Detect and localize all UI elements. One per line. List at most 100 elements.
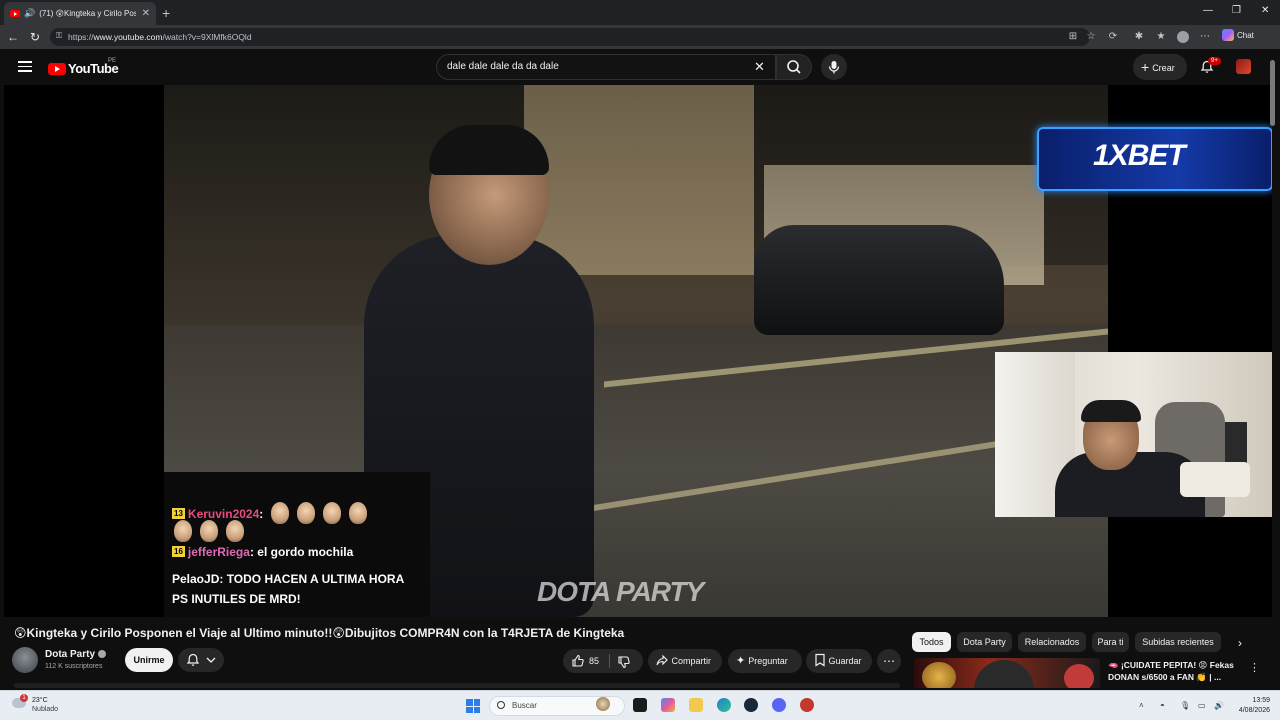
extension-icon[interactable]: ⟳ bbox=[1107, 31, 1119, 43]
recommended-video-title[interactable]: 🫦 ¡CUIDATE PEPITA! 😡 Fekas DONAN s/6500 … bbox=[1108, 659, 1236, 683]
file-explorer-icon[interactable] bbox=[689, 698, 703, 712]
video-title: 😲Kingteka y Cirilo Posponen el Viaje al … bbox=[14, 626, 625, 640]
ask-label: Preguntar bbox=[748, 656, 788, 666]
video-player[interactable]: 13 Keruvin2024: 16 jefferRiega: el gordo m… bbox=[4, 85, 1272, 617]
more-actions-button[interactable]: ⋯ bbox=[877, 649, 901, 673]
youtube-play-icon bbox=[48, 62, 66, 75]
tab-close-icon[interactable]: ✕ bbox=[142, 8, 150, 19]
verified-icon bbox=[98, 650, 107, 658]
edge-browser-icon[interactable] bbox=[717, 698, 731, 712]
lock-icon: ⚿ bbox=[56, 31, 63, 40]
join-button[interactable]: Unirme bbox=[125, 648, 173, 672]
address-toolbar: ← ↻ ⚿ https://www.youtube.com/watch?v=9X… bbox=[0, 25, 1280, 49]
chat-text: : TODO HACEN A ULTIMA HORA bbox=[219, 572, 405, 586]
bell-icon bbox=[186, 653, 200, 666]
more-menu-icon[interactable]: ⋯ bbox=[1199, 31, 1211, 43]
page-scrollbar-thumb[interactable] bbox=[1270, 60, 1275, 126]
tray-display-icon[interactable]: ▭ bbox=[1198, 701, 1206, 710]
save-label: Guardar bbox=[828, 656, 862, 666]
more-horizontal-icon: ⋯ bbox=[883, 654, 895, 668]
browser-tab[interactable]: 🔊 (71) 😲Kingteka y Cirilo Pospo ✕ bbox=[4, 2, 156, 25]
temperature[interactable]: 23°C bbox=[32, 697, 48, 704]
save-button[interactable]: Guardar bbox=[806, 649, 872, 673]
close-window-icon[interactable]: ✕ bbox=[1261, 5, 1269, 16]
tray-chevron-icon[interactable]: ˄ bbox=[1139, 701, 1144, 710]
channel-avatar[interactable] bbox=[12, 647, 38, 673]
chat-text: : el gordo mochila bbox=[249, 545, 354, 559]
emote-icon bbox=[297, 502, 316, 524]
description-panel-edge bbox=[14, 683, 900, 688]
emote-icon bbox=[200, 520, 218, 542]
tray-app-icon[interactable]: ◓ bbox=[1160, 701, 1165, 710]
user-avatar[interactable] bbox=[1236, 59, 1251, 74]
sponsor-ad-banner[interactable]: 1XBET bbox=[1037, 127, 1272, 191]
volume-icon[interactable]: 🔊 bbox=[1214, 701, 1224, 710]
share-button[interactable]: Compartir bbox=[648, 649, 722, 673]
more-vertical-icon[interactable]: ⋮ bbox=[1249, 661, 1260, 674]
search-input[interactable]: dale dale dale da da dale bbox=[436, 54, 776, 80]
microphone-icon bbox=[828, 61, 840, 74]
url-field[interactable]: ⚿ https://www.youtube.com/watch?v=9XlMfk… bbox=[50, 28, 1090, 46]
new-tab-icon[interactable]: + bbox=[162, 5, 170, 21]
chip-relacionados[interactable]: Relacionados bbox=[1018, 632, 1086, 652]
share-icon bbox=[656, 654, 668, 666]
system-clock[interactable]: 13:59 4/08/2026 bbox=[1232, 696, 1270, 716]
channel-name-text: Dota Party bbox=[45, 649, 96, 660]
chip-todos[interactable]: Todos bbox=[912, 632, 951, 652]
speaker-icon[interactable]: 🔊 bbox=[24, 8, 35, 19]
create-button[interactable]: + Crear bbox=[1133, 54, 1187, 80]
windows-taskbar: 1 23°C Nublado Buscar ˄ ◓ 🎙 ▭ 🔊 13:59 4/… bbox=[0, 690, 1280, 720]
chip-subidas-recientes[interactable]: Subidas recientes bbox=[1135, 632, 1221, 652]
recommended-video-thumbnail[interactable] bbox=[914, 658, 1100, 688]
emote-icon bbox=[323, 502, 342, 524]
clear-search-icon[interactable]: ✕ bbox=[754, 60, 765, 73]
copilot-icon bbox=[1222, 29, 1234, 41]
streamer-webcam bbox=[995, 352, 1272, 517]
ad-logo-text: 1XBET bbox=[1093, 139, 1186, 172]
minimize-icon[interactable]: — bbox=[1203, 5, 1213, 16]
profile-avatar-icon[interactable] bbox=[1177, 31, 1189, 43]
channel-name[interactable]: Dota Party bbox=[45, 649, 107, 660]
thumbs-down-icon[interactable] bbox=[617, 655, 631, 669]
puzzle-icon[interactable]: ✱ bbox=[1133, 31, 1145, 43]
favorite-star-icon[interactable]: ☆ bbox=[1085, 31, 1097, 43]
app-grid-icon[interactable]: ⊞ bbox=[1067, 31, 1079, 43]
copilot-app-icon[interactable] bbox=[661, 698, 675, 712]
chat-message-continued: PS INUTILES DE MRD! bbox=[172, 592, 301, 606]
search-button[interactable] bbox=[776, 54, 812, 80]
weather-alert-badge: 1 bbox=[20, 694, 28, 702]
steam-icon[interactable] bbox=[744, 698, 758, 712]
page-scrollbar-track[interactable] bbox=[1272, 49, 1280, 690]
like-dislike-group: 85 bbox=[563, 649, 643, 673]
tray-mic-icon[interactable]: 🎙 bbox=[1180, 701, 1190, 710]
chevron-right-icon[interactable]: › bbox=[1238, 636, 1242, 650]
voice-search-button[interactable] bbox=[821, 54, 847, 80]
stream-chat-overlay: 13 Keruvin2024: 16 jefferRiega: el gordo m… bbox=[164, 472, 430, 617]
search-icon bbox=[497, 701, 505, 709]
reload-icon[interactable]: ↻ bbox=[28, 30, 42, 44]
back-icon[interactable]: ← bbox=[6, 30, 20, 44]
favorites-icon[interactable]: ★ bbox=[1155, 31, 1167, 43]
sparkle-icon: ✦ bbox=[736, 655, 746, 667]
chat-message: 16 jefferRiega: el gordo mochila bbox=[172, 545, 353, 559]
chat-label: Chat bbox=[1237, 30, 1254, 40]
ask-button[interactable]: ✦ Preguntar bbox=[728, 649, 802, 673]
chat-button[interactable]: Chat bbox=[1222, 29, 1254, 41]
subscription-bell-button[interactable] bbox=[178, 648, 224, 672]
task-view-icon[interactable] bbox=[633, 698, 647, 712]
notification-count-badge: 9+ bbox=[1208, 57, 1221, 65]
youtube-header: YouTube PE dale dale dale da da dale ✕ +… bbox=[0, 49, 1280, 85]
chip-dota-party[interactable]: Dota Party bbox=[957, 632, 1012, 652]
search-highlight-icon[interactable] bbox=[596, 697, 610, 711]
chip-para-ti[interactable]: Para ti bbox=[1092, 632, 1129, 652]
like-button[interactable]: 85 bbox=[569, 649, 607, 673]
discord-icon[interactable] bbox=[772, 698, 786, 712]
app-icon[interactable] bbox=[800, 698, 814, 712]
emote-icon bbox=[349, 502, 368, 524]
windows-start-icon[interactable] bbox=[466, 699, 480, 713]
menu-icon[interactable] bbox=[18, 61, 32, 72]
search-icon bbox=[787, 60, 801, 74]
tab-title: (71) 😲Kingteka y Cirilo Pospo bbox=[39, 9, 135, 18]
chat-emote-row bbox=[172, 520, 244, 542]
restore-icon[interactable]: ❐ bbox=[1232, 5, 1241, 16]
